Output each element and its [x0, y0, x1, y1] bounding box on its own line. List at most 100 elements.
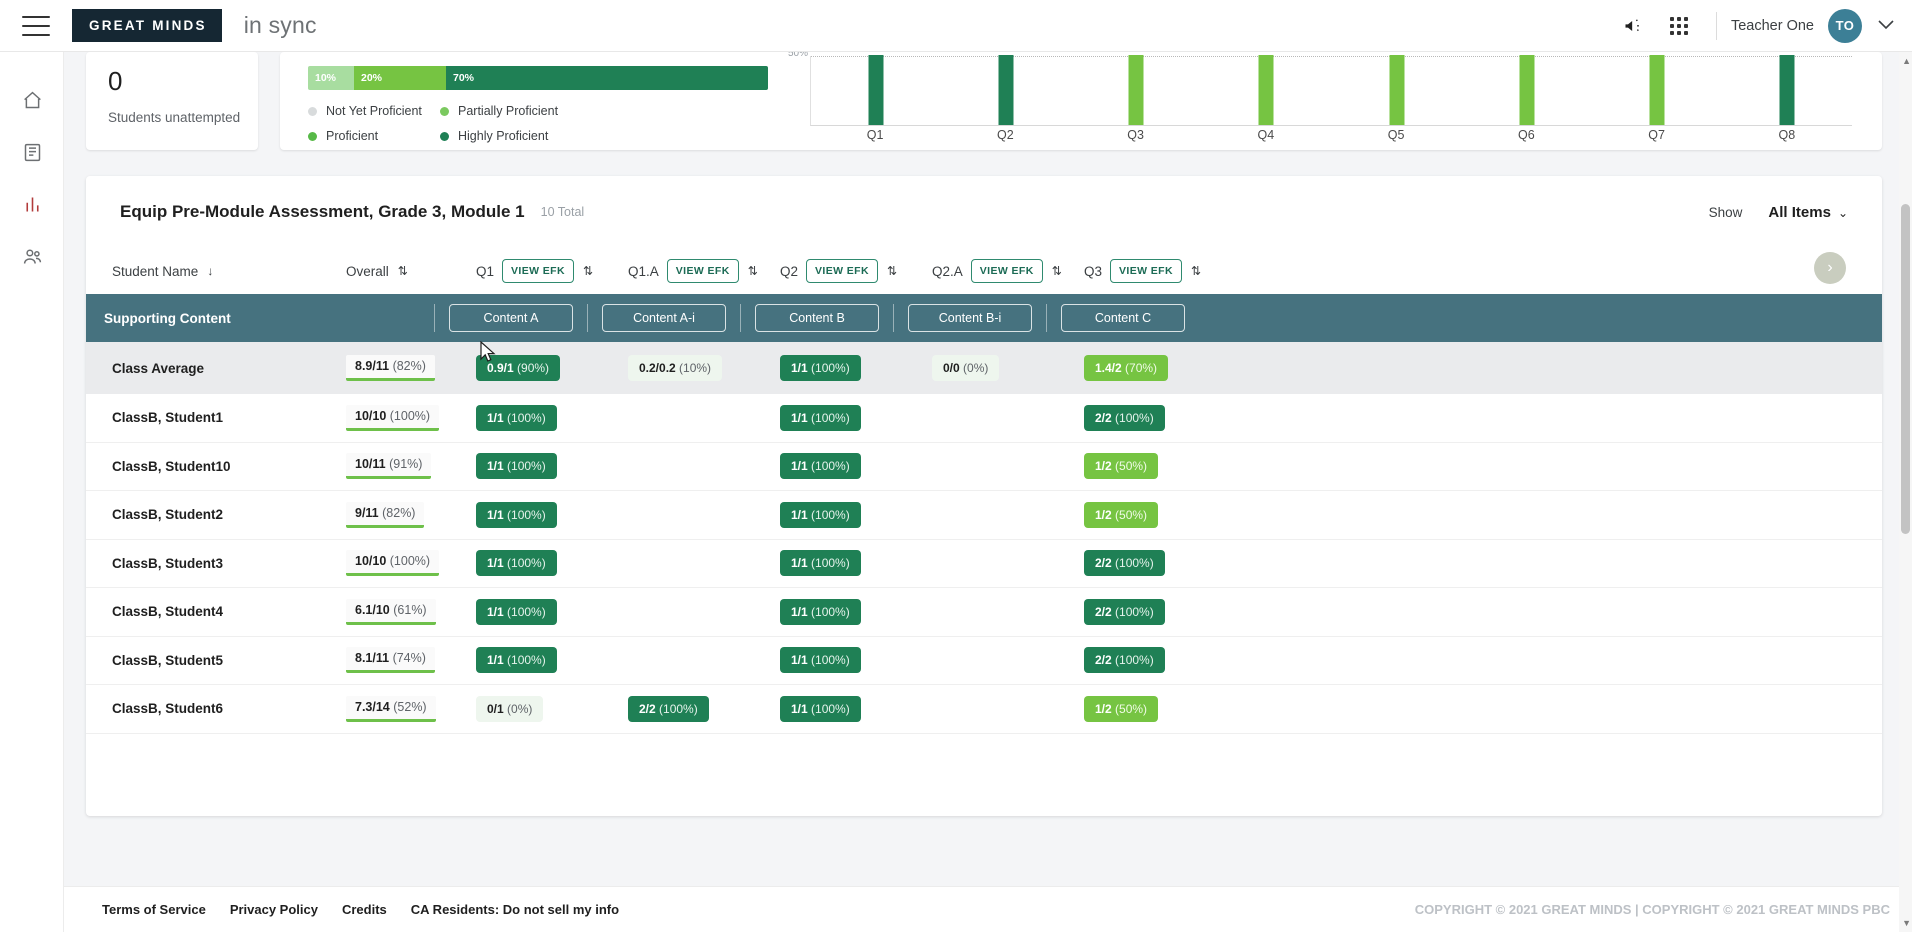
- question-score-cell: 1/1 (100%): [780, 404, 932, 431]
- supporting-content-chip[interactable]: Content A: [449, 304, 573, 332]
- view-efk-button[interactable]: VIEW EFK: [666, 259, 739, 283]
- overall-score-cell: 10/10 (100%): [346, 404, 476, 431]
- table-row: ClassB, Student5 8.1/11 (74%) 1/1 (100%) 1/…: [86, 637, 1882, 685]
- sort-toggle-icon[interactable]: ⇅: [583, 264, 593, 278]
- grid-apps-icon[interactable]: [1656, 0, 1702, 52]
- supporting-separator: [740, 304, 741, 332]
- distribution-segment-label: 10%: [315, 72, 337, 84]
- score-pill: 2/2 (100%): [1084, 404, 1165, 431]
- app-name: in sync: [243, 12, 317, 38]
- scroll-up-arrow[interactable]: ▲: [1902, 56, 1911, 66]
- table-row: ClassB, Student10 10/11 (91%) 1/1 (100%) 1/…: [86, 443, 1882, 491]
- question-score-cell: 2/2 (100%): [1084, 404, 1236, 431]
- table-row: ClassB, Student2 9/11 (82%) 1/1 (100%) 1/1 …: [86, 491, 1882, 540]
- top-header: GREAT MINDS in sync Teacher One TO: [0, 0, 1912, 52]
- sort-toggle-icon[interactable]: ⇅: [748, 264, 758, 278]
- sort-toggle-icon[interactable]: ⇅: [887, 264, 897, 278]
- column-header-overall[interactable]: Overall ⇅: [346, 264, 476, 279]
- score-pill: 2/2 (100%): [628, 695, 709, 722]
- footer-link[interactable]: Privacy Policy: [230, 902, 318, 917]
- score-pill: 2/2 (100%): [1084, 647, 1165, 674]
- footer-link[interactable]: Terms of Service: [102, 902, 206, 917]
- chevron-down-icon: ⌄: [1837, 205, 1848, 220]
- vertical-scrollbar[interactable]: ▲ ▼: [1899, 52, 1912, 932]
- table-row: ClassB, Student4 6.1/10 (61%) 1/1 (100%) 1/…: [86, 588, 1882, 637]
- score-pill: 1/1 (100%): [780, 598, 861, 625]
- question-score-cell: 1/2 (50%): [1084, 501, 1236, 528]
- view-efk-button[interactable]: VIEW EFK: [502, 259, 574, 283]
- question-label: Q2.A: [932, 263, 963, 279]
- score-pill: 1/1 (100%): [780, 355, 861, 381]
- score-pill: 1/1 (100%): [476, 550, 557, 577]
- column-header-student-name[interactable]: Student Name ↓: [98, 264, 346, 279]
- score-pill: 1/1 (100%): [780, 501, 861, 528]
- scroll-down-arrow[interactable]: ▼: [1902, 918, 1911, 928]
- score-pill: 1/1 (100%): [476, 404, 557, 431]
- hamburger-icon[interactable]: [22, 15, 50, 36]
- supporting-content-chip[interactable]: Content C: [1061, 304, 1185, 332]
- sidebar-item-library[interactable]: [0, 126, 64, 178]
- question-score-cell: 1/1 (100%): [780, 550, 932, 577]
- distribution-card: 10% 20% 70% Not Yet Proficient Partially Pr…: [280, 52, 1882, 150]
- question-score-cell: 1/1 (100%): [780, 453, 932, 480]
- chevron-right-icon[interactable]: ›: [1814, 252, 1846, 284]
- scrollbar-thumb[interactable]: [1901, 204, 1910, 534]
- chart-bar: [1128, 55, 1144, 125]
- show-dropdown[interactable]: All Items ⌄: [1768, 204, 1848, 221]
- score-pill: 1/1 (100%): [780, 453, 861, 480]
- show-value: All Items: [1768, 203, 1831, 221]
- overall-score: 8.1/11 (74%): [346, 647, 435, 674]
- proficiency-legend: Not Yet Proficient Partially Proficient Pr…: [308, 104, 790, 143]
- question-score-cell: 1/1 (100%): [476, 501, 628, 528]
- supporting-content-chip[interactable]: Content A-i: [602, 304, 726, 332]
- supporting-content-chip[interactable]: Content B: [755, 304, 879, 332]
- question-score-cell: 1/1 (100%): [780, 647, 932, 674]
- chevron-down-icon[interactable]: [1878, 17, 1894, 35]
- table-row: ClassB, Student6 7.3/14 (52%) 0/1 (0%) 2/2 …: [86, 685, 1882, 734]
- footer-link[interactable]: Credits: [342, 902, 387, 917]
- distribution-segment: 20%: [354, 66, 446, 90]
- supporting-separator: [434, 304, 435, 332]
- supporting-separator: [893, 304, 894, 332]
- legend-label: Proficient: [326, 129, 379, 143]
- chart-bar-column: [811, 55, 941, 125]
- megaphone-icon[interactable]: [1610, 0, 1656, 52]
- sidebar-item-people[interactable]: [0, 230, 64, 282]
- sort-toggle-icon[interactable]: ⇅: [398, 264, 408, 278]
- unattempted-count: 0: [108, 66, 123, 96]
- chart-bar-column: [1201, 55, 1331, 125]
- view-efk-button[interactable]: VIEW EFK: [1110, 259, 1182, 283]
- sort-toggle-icon[interactable]: ⇅: [1191, 264, 1201, 278]
- overall-score-cell: 10/11 (91%): [346, 453, 476, 480]
- legend-label: Partially Proficient: [458, 104, 559, 118]
- avatar[interactable]: TO: [1828, 8, 1862, 43]
- show-filter: Show All Items ⌄: [1709, 204, 1848, 221]
- view-efk-button[interactable]: VIEW EFK: [970, 259, 1043, 283]
- table-row: ClassB, Student3 10/10 (100%) 1/1 (100%) 1/…: [86, 540, 1882, 588]
- question-score-cell: 1/1 (100%): [476, 598, 628, 625]
- legend-dot: [308, 106, 317, 116]
- supporting-content-chip[interactable]: Content B-i: [908, 304, 1032, 332]
- question-score-cell: 1/1 (100%): [780, 501, 932, 528]
- chart-bar-column: [1592, 55, 1722, 125]
- sort-toggle-icon[interactable]: ⇅: [1052, 264, 1062, 278]
- supporting-separator: [587, 304, 588, 332]
- question-label: Q3: [1084, 263, 1103, 279]
- column-header-q1-a: Q1.A VIEW EFK ⇅: [628, 259, 780, 283]
- legend-item: Proficient: [308, 129, 440, 143]
- sidebar-item-reports[interactable]: [0, 178, 64, 230]
- question-score-cell: 1/2 (50%): [1084, 453, 1236, 480]
- footer-link[interactable]: CA Residents: Do not sell my info: [411, 902, 619, 917]
- sidebar-item-home[interactable]: [0, 74, 64, 126]
- user-name: Teacher One: [1730, 17, 1814, 34]
- view-efk-button[interactable]: VIEW EFK: [806, 259, 878, 283]
- chart-x-tick-label: Q4: [1257, 128, 1275, 142]
- sort-desc-icon[interactable]: ↓: [207, 264, 213, 278]
- overall-label: Overall: [346, 263, 389, 279]
- student-table-body: Class Average 8.9/11 (82%) 0.9/1 (90%) 0.2/…: [86, 342, 1882, 734]
- footer: Terms of Service Privacy Policy Credits CA …: [64, 886, 1912, 932]
- proficiency-stacked-bar: 10% 20% 70%: [308, 66, 768, 90]
- score-pill: 1.4/2 (70%): [1084, 355, 1169, 381]
- question-score-cell: 0.2/0.2 (10%): [628, 355, 780, 381]
- legend-label: Highly Proficient: [458, 129, 549, 143]
